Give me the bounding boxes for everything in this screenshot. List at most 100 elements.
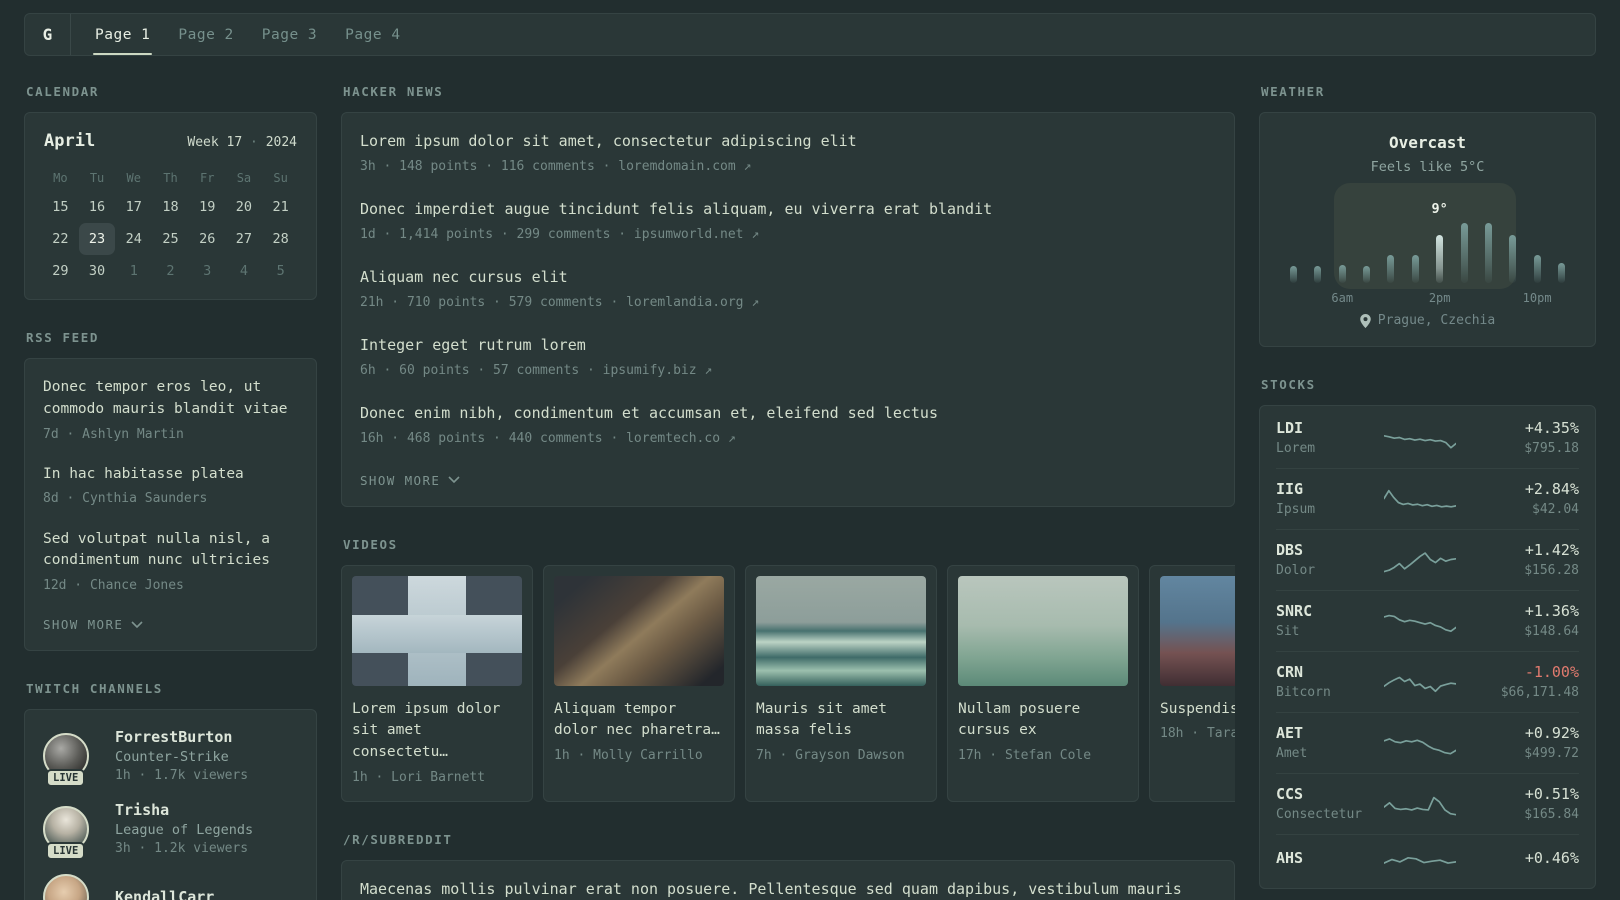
video-thumbnail[interactable] [1160, 575, 1235, 686]
stock-price: $156.28 [1524, 563, 1579, 578]
video-card[interactable]: Aliquam tempor dolor nec pharetra… 1h · … [543, 564, 735, 803]
calendar-day: 21 [272, 199, 289, 215]
stock-identity: CCS Consectetur [1276, 785, 1364, 822]
weather-hour-bar [1557, 221, 1565, 283]
rss-item-title[interactable]: In hac habitasse platea [43, 464, 298, 486]
video-title[interactable]: Suspendisse diam [1160, 699, 1235, 721]
temp-bar [1533, 255, 1541, 283]
temp-bar [1484, 223, 1492, 283]
calendar-day: 29 [52, 263, 69, 279]
stock-values: +0.51% $165.84 [1475, 785, 1579, 822]
rss-item-title[interactable]: Sed volutpat nulla nisl, a condimentum n… [43, 529, 298, 573]
stock-symbol: SNRC [1276, 602, 1313, 620]
channel-name[interactable]: Trisha [115, 801, 298, 819]
stock-name: Lorem [1276, 441, 1316, 456]
hn-story-meta[interactable]: 16h · 468 points · 440 comments · loremt… [360, 430, 1216, 448]
hn-story-title[interactable]: Donec enim nibh, condimentum et accumsan… [360, 403, 1216, 425]
video-title[interactable]: Lorem ipsum dolor sit amet consectetu… [352, 699, 522, 764]
middle-column: HACKER NEWS Lorem ipsum dolor sit amet, … [341, 84, 1235, 900]
video-thumbnail[interactable] [756, 575, 926, 686]
stock-identity: IIG Ipsum [1276, 480, 1364, 517]
stock-row: AHS +0.46% [1276, 834, 1579, 886]
twitch-channel-row[interactable]: KendallCarr [43, 874, 298, 900]
rss-list: Donec tempor eros leo, ut commodo mauris… [43, 377, 298, 595]
video-title[interactable]: Mauris sit amet massa felis [756, 699, 926, 743]
top-nav: G Page 1 Page 2 Page 3 Page 4 [24, 13, 1596, 56]
weather-widget-title: WEATHER [1261, 84, 1325, 99]
temp-bar [1411, 255, 1419, 283]
stock-name: Dolor [1276, 563, 1316, 578]
channel-game: League of Legends [115, 822, 254, 839]
hn-story: Integer eget rutrum lorem 6h · 60 points… [360, 335, 1216, 380]
dashboard-page: G Page 1 Page 2 Page 3 Page 4 CALENDAR A… [0, 0, 1620, 900]
rss-item: Donec tempor eros leo, ut commodo mauris… [43, 377, 298, 444]
weather-hour-bar [1484, 221, 1492, 283]
stock-row: SNRC Sit +1.36% $148.64 [1276, 590, 1579, 651]
hn-story-meta[interactable]: 3h · 148 points · 116 comments · loremdo… [360, 158, 1216, 176]
hn-story-title[interactable]: Aliquam nec cursus elit [360, 267, 1216, 289]
calendar-header: April Week 17 · 2024 [42, 129, 299, 161]
app-logo[interactable]: G [25, 14, 71, 55]
video-card[interactable]: Suspendisse diam 18h · Tara [1149, 564, 1235, 803]
hn-story-meta[interactable]: 21h · 710 points · 579 comments · loreml… [360, 294, 1216, 312]
stock-change: +2.84% [1524, 480, 1579, 498]
video-thumbnail[interactable] [554, 575, 724, 686]
calendar-day: 19 [199, 199, 216, 215]
page-tab[interactable]: Page 1 [81, 14, 164, 55]
video-card[interactable]: Mauris sit amet massa felis 7h · Grayson… [745, 564, 937, 803]
twitch-channel-row[interactable]: LIVE ForrestBurton Counter-Strike 1h · 1… [43, 728, 298, 787]
stock-values: -1.00% $66,171.48 [1475, 663, 1579, 700]
weather-hour-bar: 6am [1331, 221, 1353, 305]
stock-row: CCS Consectetur +0.51% $165.84 [1276, 773, 1579, 834]
page-tabs: Page 1 Page 2 Page 3 Page 4 [71, 14, 415, 55]
channel-meta: 3h · 1.2k viewers [115, 841, 249, 857]
page-tab[interactable]: Page 4 [331, 14, 414, 55]
video-thumbnail[interactable] [958, 575, 1128, 686]
video-meta: 7h · Grayson Dawson [756, 748, 905, 764]
hn-story-title[interactable]: Donec imperdiet augue tincidunt felis al… [360, 199, 1216, 221]
rss-show-more-button[interactable]: SHOW MORE [43, 615, 143, 636]
stocks-card: LDI Lorem +4.35% $795.18 IIG Ipsum +2.84… [1259, 405, 1596, 889]
hn-story: Donec enim nibh, condimentum et accumsan… [360, 403, 1216, 448]
rss-card: Donec tempor eros leo, ut commodo mauris… [24, 358, 317, 652]
temp-bar [1557, 263, 1565, 283]
show-more-label: SHOW MORE [43, 617, 124, 633]
stock-price: $795.18 [1524, 441, 1579, 456]
hackernews-show-more-button[interactable]: SHOW MORE [360, 471, 460, 492]
twitch-channel-row[interactable]: LIVE Trisha League of Legends 3h · 1.2k … [43, 801, 298, 860]
channel-name[interactable]: ForrestBurton [115, 728, 298, 746]
stock-symbol: CCS [1276, 785, 1304, 803]
video-card[interactable]: Nullam posuere cursus ex 17h · Stefan Co… [947, 564, 1139, 803]
video-card[interactable]: Lorem ipsum dolor sit amet consectetu… 1… [341, 564, 533, 803]
hn-story-title[interactable]: Integer eget rutrum lorem [360, 335, 1216, 357]
weather-hour-bar [1411, 221, 1419, 283]
hackernews-widget: HACKER NEWS Lorem ipsum dolor sit amet, … [341, 84, 1235, 507]
page-tab[interactable]: Page 2 [164, 14, 247, 55]
weekday-label: Mo [53, 171, 68, 185]
video-title[interactable]: Nullam posuere cursus ex [958, 699, 1128, 743]
hn-story-title[interactable]: Lorem ipsum dolor sit amet, consectetur … [360, 131, 1216, 153]
stock-change: +0.92% [1524, 724, 1579, 742]
hn-story-meta[interactable]: 1d · 1,414 points · 299 comments · ipsum… [360, 226, 1216, 244]
hn-story: Aliquam nec cursus elit 21h · 710 points… [360, 267, 1216, 312]
hn-story-meta[interactable]: 6h · 60 points · 57 comments · ipsumify.… [360, 362, 1216, 380]
stock-identity: DBS Dolor [1276, 541, 1364, 578]
calendar-day: 30 [88, 263, 106, 279]
calendar-day: 26 [199, 231, 216, 247]
stock-row: DBS Dolor +1.42% $156.28 [1276, 529, 1579, 590]
channel-avatar: LIVE [43, 805, 91, 860]
video-title[interactable]: Aliquam tempor dolor nec pharetra… [554, 699, 724, 743]
reddit-post-title[interactable]: Maecenas mollis pulvinar erat non posuer… [360, 879, 1216, 900]
subreddit-card: Maecenas mollis pulvinar erat non posuer… [341, 860, 1235, 900]
stock-price: $66,171.48 [1500, 685, 1579, 700]
video-thumbnail[interactable] [352, 575, 522, 686]
channel-name[interactable]: KendallCarr [115, 888, 298, 900]
calendar-day: 4 [239, 263, 248, 279]
rss-item-title[interactable]: Donec tempor eros leo, ut commodo mauris… [43, 377, 298, 421]
calendar-day: 24 [125, 231, 142, 247]
current-temp-label: 9° [1431, 201, 1448, 217]
page-tab[interactable]: Page 3 [248, 14, 331, 55]
hackernews-widget-title: HACKER NEWS [343, 84, 444, 99]
channel-info: ForrestBurton Counter-Strike 1h · 1.7k v… [115, 728, 298, 783]
stock-sparkline [1383, 737, 1456, 755]
